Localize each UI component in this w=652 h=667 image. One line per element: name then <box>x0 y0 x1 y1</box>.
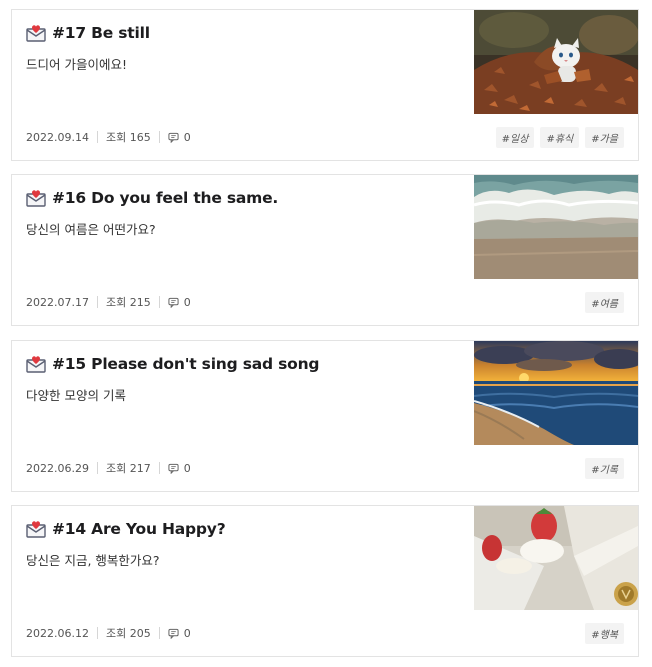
divider <box>158 627 160 639</box>
post-title-row[interactable]: #15 Please don't sing sad song <box>26 355 320 373</box>
tag[interactable]: #기록 <box>585 458 624 479</box>
tag[interactable]: #휴식 <box>540 127 580 148</box>
post-views: 조회 215 <box>105 296 151 309</box>
post-title[interactable]: #14 Are You Happy? <box>52 520 226 538</box>
post-thumbnail[interactable] <box>474 175 638 279</box>
post-date: 2022.06.29 <box>26 461 89 475</box>
divider <box>96 296 98 308</box>
post-description: 다양한 모양의 기록 <box>26 388 126 403</box>
post-title-row[interactable]: #16 Do you feel the same. <box>26 189 278 207</box>
comment-icon <box>168 628 179 639</box>
post-card[interactable]: #17 Be still 드디어 가을이에요! 2022.09.14 조회 16… <box>11 9 639 161</box>
post-card[interactable]: #16 Do you feel the same. 당신의 여름은 어떤가요? … <box>11 174 639 326</box>
envelope-heart-icon <box>26 190 46 207</box>
thumbnail-cat-in-leaves <box>474 10 638 114</box>
post-date: 2022.06.12 <box>26 626 89 640</box>
comment-count[interactable]: 0 <box>168 462 191 475</box>
post-meta: 2022.06.29 조회 217 0 <box>26 460 191 476</box>
post-title-row[interactable]: #14 Are You Happy? <box>26 520 226 538</box>
tag[interactable]: #가을 <box>585 127 624 148</box>
thumbnail-beach-waves <box>474 175 638 279</box>
post-title-row[interactable]: #17 Be still <box>26 24 150 42</box>
envelope-heart-icon <box>26 25 46 42</box>
post-description: 당신은 지금, 행복한가요? <box>26 553 160 568</box>
post-tags: #여름 <box>585 292 624 313</box>
post-date: 2022.09.14 <box>26 130 89 144</box>
post-title[interactable]: #16 Do you feel the same. <box>52 189 278 207</box>
comment-icon <box>168 297 179 308</box>
post-date: 2022.07.17 <box>26 295 89 309</box>
post-thumbnail[interactable] <box>474 341 638 445</box>
tag[interactable]: #일상 <box>495 127 535 148</box>
comment-icon <box>168 132 179 143</box>
post-card[interactable]: #14 Are You Happy? 당신은 지금, 행복한가요? 2022.0… <box>11 505 639 657</box>
post-meta: 2022.09.14 조회 165 0 <box>26 129 191 145</box>
thumbnail-strawberry-cake <box>474 506 638 610</box>
thumbnail-sunset-sea <box>474 341 638 445</box>
post-description: 드디어 가을이에요! <box>26 57 127 72</box>
post-title[interactable]: #17 Be still <box>52 24 150 42</box>
comment-count[interactable]: 0 <box>168 296 191 309</box>
divider <box>96 131 98 143</box>
comment-count-value: 0 <box>183 626 191 640</box>
post-meta: 2022.07.17 조회 215 0 <box>26 294 191 310</box>
divider <box>96 462 98 474</box>
divider <box>158 462 160 474</box>
envelope-heart-icon <box>26 521 46 538</box>
tag[interactable]: #여름 <box>585 292 624 313</box>
post-meta: 2022.06.12 조회 205 0 <box>26 625 191 641</box>
post-description: 당신의 여름은 어떤가요? <box>26 222 156 237</box>
divider <box>96 627 98 639</box>
post-thumbnail[interactable] <box>474 506 638 610</box>
post-title[interactable]: #15 Please don't sing sad song <box>52 355 320 373</box>
divider <box>158 296 160 308</box>
comment-count[interactable]: 0 <box>168 627 191 640</box>
envelope-heart-icon <box>26 356 46 373</box>
post-tags: #일상 #휴식 #가을 <box>495 127 624 148</box>
post-tags: #기록 <box>585 458 624 479</box>
post-list: #17 Be still 드디어 가을이에요! 2022.09.14 조회 16… <box>0 0 652 667</box>
comment-count-value: 0 <box>183 461 191 475</box>
post-tags: #행복 <box>585 623 624 644</box>
post-views: 조회 217 <box>105 462 151 475</box>
post-card[interactable]: #15 Please don't sing sad song 다양한 모양의 기… <box>11 340 639 492</box>
divider <box>158 131 160 143</box>
comment-count[interactable]: 0 <box>168 131 191 144</box>
post-views: 조회 205 <box>105 627 151 640</box>
tag[interactable]: #행복 <box>585 623 624 644</box>
post-thumbnail[interactable] <box>474 10 638 114</box>
post-views: 조회 165 <box>105 131 151 144</box>
comment-count-value: 0 <box>183 295 191 309</box>
comment-count-value: 0 <box>183 130 191 144</box>
comment-icon <box>168 463 179 474</box>
